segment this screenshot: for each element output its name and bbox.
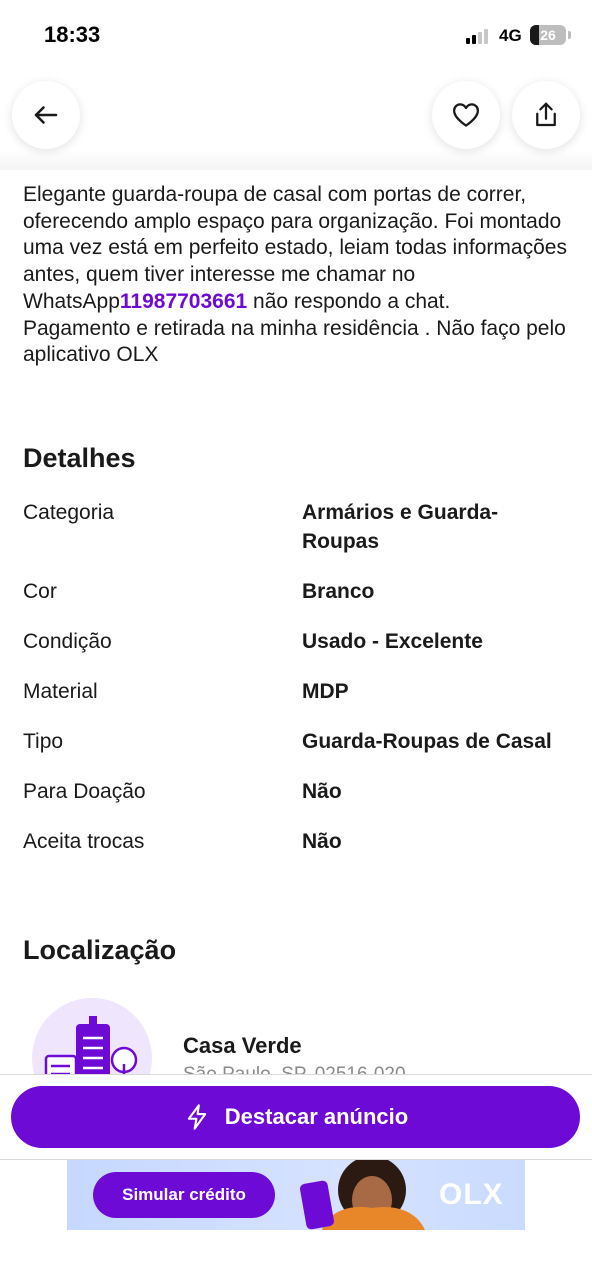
- arrow-left-icon: [34, 106, 58, 124]
- location-neighborhood: Casa Verde: [183, 1033, 302, 1058]
- payment-note: Pagamento e retirada na minha residência…: [23, 316, 566, 367]
- detail-label: Cor: [23, 580, 57, 603]
- whatsapp-phone-link[interactable]: 11987703661: [120, 290, 247, 313]
- ad-description: Elegante guarda-roupa de casal com porta…: [23, 182, 573, 369]
- signal-strength-icon: [466, 28, 488, 44]
- detail-value: Guarda-Roupas de Casal: [302, 730, 552, 753]
- detail-label: Condição: [23, 630, 112, 653]
- detail-label: Tipo: [23, 730, 64, 753]
- battery-level: 26: [540, 27, 556, 43]
- detail-label: Categoria: [23, 501, 115, 524]
- location-title: Localização: [23, 935, 177, 965]
- lightning-bolt-icon: [187, 1104, 207, 1130]
- detail-value: Usado - Excelente: [302, 630, 483, 653]
- detail-value: Branco: [302, 580, 375, 603]
- promo-banner[interactable]: Simular crédito OLX: [67, 1160, 525, 1230]
- detail-value: Não: [302, 830, 342, 853]
- detail-value: MDP: [302, 680, 349, 703]
- status-time: 18:33: [44, 22, 101, 47]
- details-title: Detalhes: [23, 443, 136, 473]
- battery-icon: 26: [530, 25, 566, 45]
- description-text-end: não respondo a chat.: [247, 289, 451, 313]
- olx-logo: OLX: [439, 1178, 504, 1211]
- heart-icon: [453, 103, 479, 127]
- network-type: 4G: [499, 26, 522, 45]
- detail-value: Não: [302, 780, 342, 803]
- detail-label: Para Doação: [23, 780, 146, 803]
- battery-tip: [568, 31, 571, 39]
- highlight-ad-button[interactable]: Destacar anúncio: [11, 1086, 580, 1148]
- top-app-bar: [0, 70, 592, 170]
- detail-value: Armários e Guarda-Roupas: [302, 501, 499, 553]
- back-button[interactable]: [12, 81, 80, 149]
- share-button[interactable]: [512, 81, 580, 149]
- favorite-button[interactable]: [432, 81, 500, 149]
- highlight-ad-label: Destacar anúncio: [224, 1104, 409, 1129]
- detail-label: Aceita trocas: [23, 830, 145, 853]
- battery-fill: [530, 25, 540, 45]
- detail-label: Material: [23, 680, 98, 703]
- simulate-credit-button[interactable]: Simular crédito: [93, 1172, 275, 1218]
- share-icon: [536, 102, 556, 127]
- status-bar: 18:33 4G 26: [0, 0, 592, 70]
